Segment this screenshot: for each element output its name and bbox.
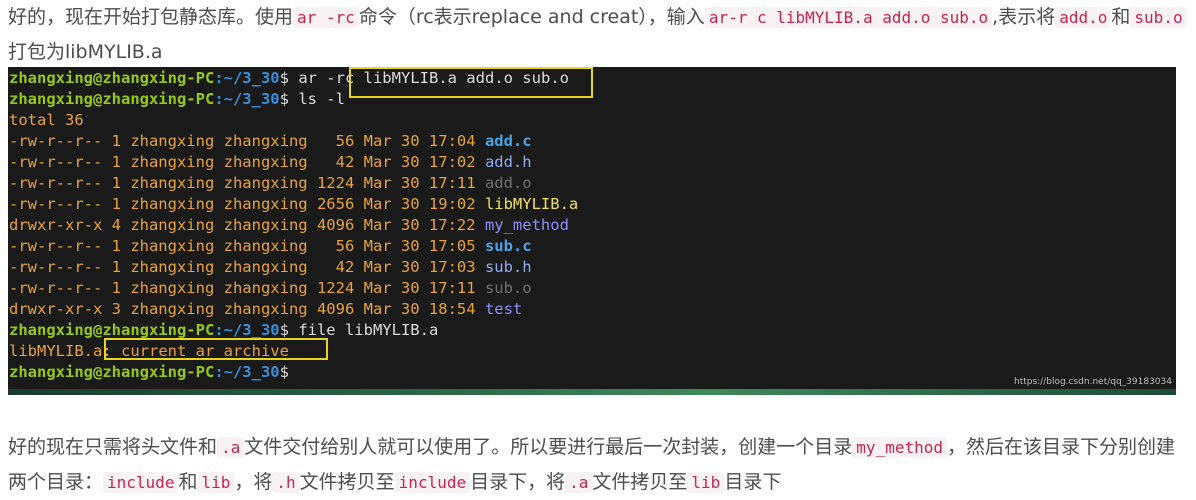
- terminal-line-file: zhangxing@zhangxing-PC:~/3_30$ file libM…: [9, 320, 438, 340]
- entry-meta: -rw-r--r-- 1 zhangxing zhangxing 1224 Ma…: [9, 174, 476, 192]
- file-output-name: libMYLIB.a:: [9, 342, 112, 360]
- code-dot-a-2: .a: [565, 472, 593, 493]
- watermark: https://blog.csdn.net/qq_39183034: [1013, 377, 1172, 387]
- outro-text-6: 文件拷贝至: [299, 471, 395, 493]
- outro-text-4: 和: [178, 471, 198, 493]
- terminal-line-prompt: zhangxing@zhangxing-PC:~/3_30$: [9, 362, 289, 382]
- prompt-sign: $: [279, 69, 289, 87]
- intro-text-1: 好的，现在开始打包静态库。使用: [8, 6, 294, 28]
- entry-meta: drwxr-xr-x 4 zhangxing zhangxing 4096 Ma…: [9, 216, 476, 234]
- file-name: sub.c: [484, 237, 532, 255]
- entry-meta: -rw-r--r-- 1 zhangxing zhangxing 2656 Ma…: [9, 195, 476, 213]
- file-name: libMYLIB.a: [484, 195, 579, 213]
- code-include-2: include: [394, 472, 471, 493]
- entry-meta: -rw-r--r-- 1 zhangxing zhangxing 42 Mar …: [9, 258, 476, 276]
- file-name: sub.h: [484, 258, 532, 276]
- prompt-path: :~/3_30: [214, 363, 280, 381]
- file-name: my_method: [484, 216, 569, 234]
- intro-text-2: 命令（rc表示replace and creat），输入: [358, 6, 705, 28]
- file-name: sub.o: [484, 279, 532, 297]
- code-dot-h: .h: [272, 472, 300, 493]
- code-ar-command: ar-r c libMYLIB.a add.o sub.o: [704, 7, 993, 28]
- entry-meta: -rw-r--r-- 1 zhangxing zhangxing 56 Mar …: [9, 237, 476, 255]
- terminal-screenshot: zhangxing@zhangxing-PC:~/3_30$ ar -rc li…: [8, 67, 1176, 395]
- file-name: test: [484, 300, 523, 318]
- entry-meta: -rw-r--r-- 1 zhangxing zhangxing 42 Mar …: [9, 153, 476, 171]
- ls-entry: -rw-r--r-- 1 zhangxing zhangxing 2656 Ma…: [9, 194, 578, 214]
- outro-text-5: ，将: [234, 471, 273, 493]
- ls-entry: -rw-r--r-- 1 zhangxing zhangxing 56 Mar …: [9, 131, 532, 151]
- outro-text-2: 文件交付给别人就可以使用了。所以要进行最后一次封装，创建一个目录: [244, 436, 853, 458]
- code-dot-a: .a: [217, 437, 245, 458]
- ls-entry: -rw-r--r-- 1 zhangxing zhangxing 1224 Ma…: [9, 278, 532, 298]
- prompt-user: zhangxing@zhangxing-PC: [9, 321, 215, 339]
- command-file: file libMYLIB.a: [288, 321, 439, 339]
- outro-paragraph: 好的现在只需将头文件和 .a 文件交付给别人就可以使用了。所以要进行最后一次封装，创…: [8, 430, 1188, 500]
- ls-entry: -rw-r--r-- 1 zhangxing zhangxing 1224 Ma…: [9, 173, 532, 193]
- outro-text-7: 目录下，将: [470, 471, 566, 493]
- prompt-user: zhangxing@zhangxing-PC: [9, 69, 215, 87]
- ls-total: total 36: [9, 111, 84, 129]
- highlight-ar-args: [349, 67, 593, 98]
- prompt-user: zhangxing@zhangxing-PC: [9, 363, 215, 381]
- file-name: add.h: [484, 153, 532, 171]
- code-sub-o: sub.o: [1130, 7, 1187, 28]
- ls-entry: -rw-r--r-- 1 zhangxing zhangxing 42 Mar …: [9, 257, 532, 277]
- code-ar-rc: ar -rc: [293, 7, 359, 28]
- outro-text-1: 好的现在只需将头文件和: [8, 436, 218, 458]
- code-lib-2: lib: [687, 472, 725, 493]
- outro-text-8: 文件拷贝至: [592, 471, 688, 493]
- highlight-file-output: [104, 338, 328, 360]
- code-add-o: add.o: [1055, 7, 1112, 28]
- entry-meta: drwxr-xr-x 3 zhangxing zhangxing 4096 Ma…: [9, 300, 476, 318]
- intro-text-3: ,表示将: [992, 6, 1056, 28]
- entry-meta: -rw-r--r-- 1 zhangxing zhangxing 1224 Ma…: [9, 279, 476, 297]
- prompt-sign: $: [279, 363, 289, 381]
- prompt-path: :~/3_30: [214, 69, 280, 87]
- entry-meta: -rw-r--r-- 1 zhangxing zhangxing 56 Mar …: [9, 132, 476, 150]
- outro-text-9: 目录下: [724, 471, 782, 493]
- prompt-path: :~/3_30: [214, 90, 280, 108]
- file-name: add.c: [484, 132, 532, 150]
- prompt-user: zhangxing@zhangxing-PC: [9, 90, 215, 108]
- code-lib: lib: [197, 472, 235, 493]
- terminal-line-ls: zhangxing@zhangxing-PC:~/3_30$ ls -l: [9, 89, 345, 109]
- ls-entry: -rw-r--r-- 1 zhangxing zhangxing 56 Mar …: [9, 236, 532, 256]
- prompt-sign: $: [279, 90, 289, 108]
- command-ls: ls -l: [288, 90, 345, 108]
- code-my-method: my_method: [852, 437, 947, 458]
- intro-paragraph: 好的，现在开始打包静态库。使用 ar -rc 命令（rc表示replace and …: [8, 0, 1188, 69]
- ls-entry: drwxr-xr-x 3 zhangxing zhangxing 4096 Ma…: [9, 299, 522, 319]
- ls-entry: -rw-r--r-- 1 zhangxing zhangxing 42 Mar …: [9, 152, 532, 172]
- intro-text-4: 和: [1111, 6, 1131, 28]
- code-include: include: [103, 472, 179, 493]
- prompt-sign: $: [279, 321, 289, 339]
- ls-entry: drwxr-xr-x 4 zhangxing zhangxing 4096 Ma…: [9, 215, 569, 235]
- prompt-path: :~/3_30: [214, 321, 280, 339]
- intro-text-5: 打包为libMYLIB.a: [8, 41, 163, 63]
- command-ar: ar -rc: [288, 69, 355, 87]
- file-name: add.o: [484, 174, 532, 192]
- terminal-bottom-bar: [8, 389, 1176, 395]
